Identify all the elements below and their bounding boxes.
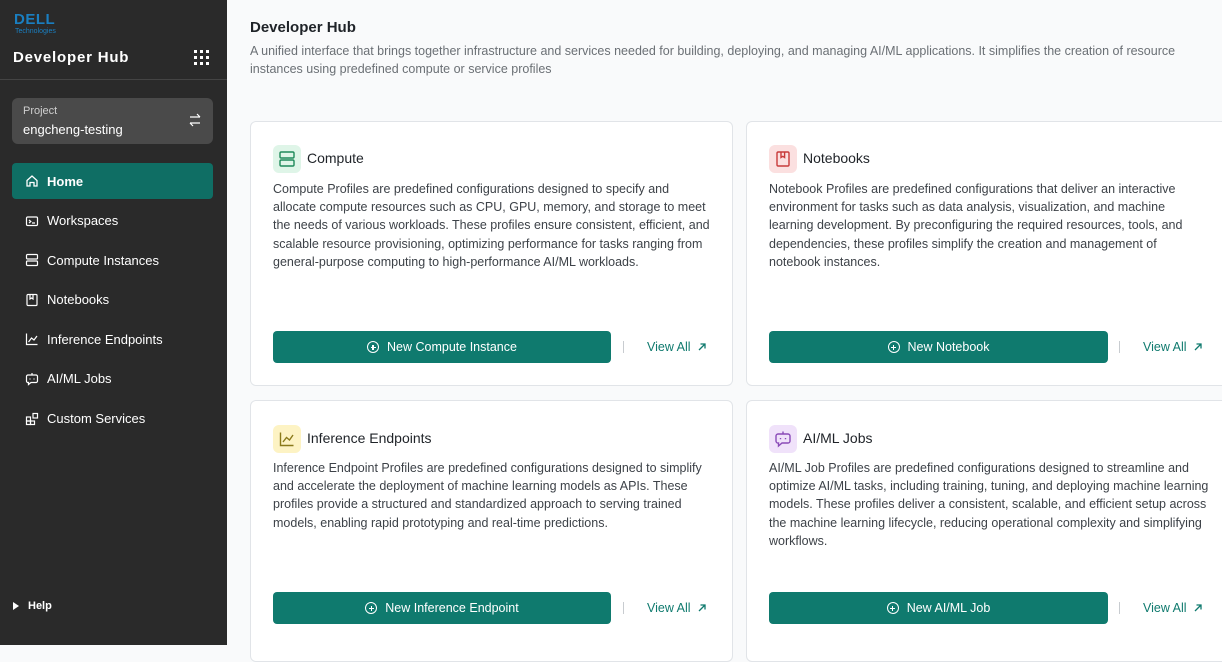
project-label: Project <box>23 105 58 117</box>
card-description: AI/ML Job Profiles are predefined config… <box>769 461 1209 548</box>
sidebar-item-home[interactable]: Home <box>12 163 213 199</box>
sidebar-item-label: Home <box>47 173 84 189</box>
sidebar-header: DELL Technologies Developer Hub <box>0 0 227 80</box>
card-description: Inference Endpoint Profiles are predefin… <box>273 461 702 530</box>
view-all-label: View All <box>1143 601 1187 615</box>
view-all-link[interactable]: View All <box>647 601 707 615</box>
help-label: Help <box>28 600 52 612</box>
inference-card-icon <box>273 425 301 453</box>
app-title: Developer Hub <box>13 49 130 66</box>
chart-line-icon <box>25 333 38 346</box>
button-label: New Compute Instance <box>387 340 517 354</box>
sidebar-item-label: AI/ML Jobs <box>47 371 112 387</box>
swap-icon[interactable] <box>187 112 203 128</box>
plus-circle-icon <box>367 341 380 353</box>
sidebar-item-inference-endpoints[interactable]: Inference Endpoints <box>12 321 213 357</box>
compute-card: Compute Compute Profiles are predefined … <box>250 121 733 386</box>
sidebar-item-label: Notebooks <box>47 292 110 308</box>
plus-circle-icon <box>887 341 900 353</box>
server-icon <box>279 151 295 167</box>
view-all-label: View All <box>647 340 691 354</box>
new-notebook-button[interactable]: New Notebook <box>769 331 1108 363</box>
divider <box>623 602 624 614</box>
aiml-card-icon <box>769 425 797 453</box>
compute-card-icon <box>273 145 301 173</box>
card-description: Notebook Profiles are predefined configu… <box>769 182 1183 269</box>
divider <box>1119 602 1120 614</box>
blocks-icon <box>25 412 39 425</box>
page-description: A unified interface that brings together… <box>250 44 1176 76</box>
card-title: Notebooks <box>803 150 870 166</box>
aiml-jobs-card: AI/ML Jobs AI/ML Job Profiles are predef… <box>746 400 1222 662</box>
divider <box>1119 341 1120 353</box>
main-content: Developer Hub A unified interface that b… <box>227 0 1222 662</box>
plus-circle-icon <box>365 602 378 614</box>
inference-endpoints-card: Inference Endpoints Inference Endpoint P… <box>250 400 733 662</box>
sidebar-item-label: Workspaces <box>47 213 119 229</box>
view-all-link[interactable]: View All <box>1143 601 1203 615</box>
home-icon <box>26 175 38 187</box>
arrow-up-right-icon <box>698 343 706 351</box>
sidebar-item-label: Compute Instances <box>47 252 160 268</box>
sidebar: DELL Technologies Developer Hub Project … <box>0 0 227 645</box>
view-all-label: View All <box>1143 340 1187 354</box>
sidebar-item-workspaces[interactable]: Workspaces <box>12 203 213 239</box>
view-all-link[interactable]: View All <box>647 340 707 354</box>
view-all-link[interactable]: View All <box>1143 340 1203 354</box>
sidebar-item-custom-services[interactable]: Custom Services <box>12 401 213 437</box>
card-title: AI/ML Jobs <box>803 430 873 446</box>
sidebar-nav: Home Workspaces Compute Instances Notebo… <box>12 163 213 440</box>
arrow-up-right-icon <box>1194 343 1202 351</box>
arrow-up-right-icon <box>1194 604 1202 612</box>
sidebar-item-label: Inference Endpoints <box>47 331 163 347</box>
project-switcher[interactable]: Project engcheng-testing <box>12 98 213 144</box>
apps-grid-icon[interactable] <box>194 50 209 65</box>
new-inference-endpoint-button[interactable]: New Inference Endpoint <box>273 592 611 624</box>
bot-icon <box>25 372 39 386</box>
notebook-icon <box>26 293 38 306</box>
logo-word: DELL <box>14 11 56 28</box>
server-icon <box>25 254 39 267</box>
arrow-up-right-icon <box>698 604 706 612</box>
divider <box>623 341 624 353</box>
help-toggle[interactable]: Help <box>13 600 52 612</box>
workspaces-icon <box>25 215 39 226</box>
bot-icon <box>775 431 791 448</box>
chart-line-icon <box>279 432 294 447</box>
button-label: New Inference Endpoint <box>385 601 519 615</box>
card-title: Compute <box>307 150 364 166</box>
plus-circle-icon <box>886 602 899 614</box>
card-description: Compute Profiles are predefined configur… <box>273 182 710 269</box>
caret-right-icon <box>13 602 19 610</box>
button-label: New AI/ML Job <box>906 601 991 615</box>
notebooks-card: Notebooks Notebook Profiles are predefin… <box>746 121 1222 386</box>
new-compute-instance-button[interactable]: New Compute Instance <box>273 331 611 363</box>
sidebar-item-compute-instances[interactable]: Compute Instances <box>12 242 213 278</box>
project-name: engcheng-testing <box>23 122 123 137</box>
logo-sub: Technologies <box>15 28 56 35</box>
dell-logo[interactable]: DELL Technologies <box>14 11 58 37</box>
notebook-icon <box>776 151 790 167</box>
card-title: Inference Endpoints <box>307 430 432 446</box>
sidebar-item-notebooks[interactable]: Notebooks <box>12 282 213 318</box>
page-title: Developer Hub <box>250 19 356 36</box>
new-aiml-job-button[interactable]: New AI/ML Job <box>769 592 1108 624</box>
button-label: New Notebook <box>907 340 990 354</box>
notebooks-card-icon <box>769 145 797 173</box>
sidebar-item-aiml-jobs[interactable]: AI/ML Jobs <box>12 361 213 397</box>
sidebar-item-label: Custom Services <box>47 411 146 427</box>
view-all-label: View All <box>647 601 691 615</box>
